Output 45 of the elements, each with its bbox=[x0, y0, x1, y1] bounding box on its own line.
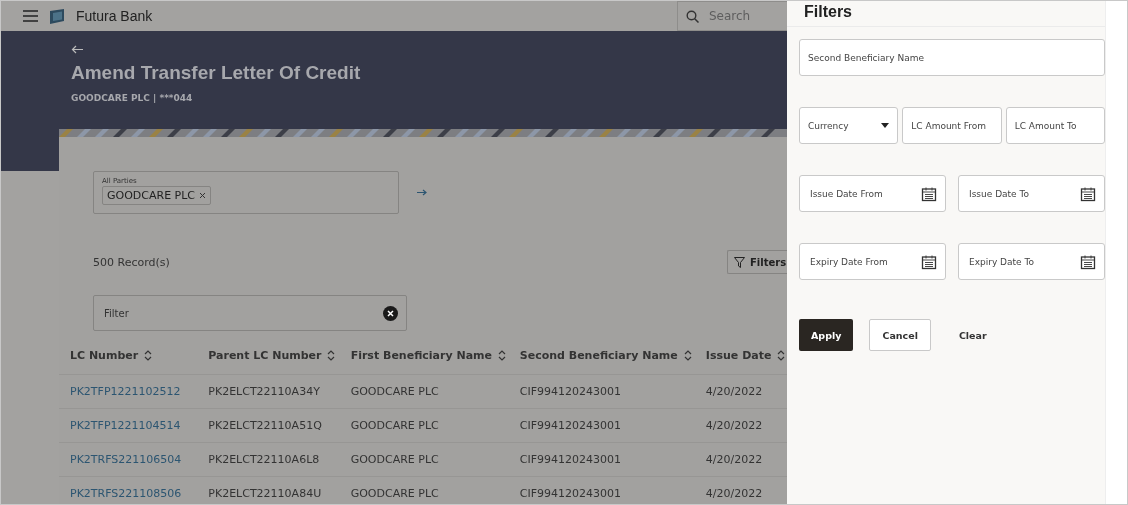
party-chip[interactable]: GOODCARE PLC bbox=[102, 186, 212, 205]
table-cell: PK2ELCT22110A51Q bbox=[197, 408, 340, 442]
table-cell: PK2ELCT22110A34Y bbox=[197, 374, 340, 408]
search-input[interactable]: Search bbox=[707, 8, 777, 24]
table-cell: CIF994120243001 bbox=[508, 442, 695, 476]
table-cell: PK2ELCT22110A6L8 bbox=[197, 442, 340, 476]
lc-number-link[interactable]: PK2TRFS221106504 bbox=[59, 442, 198, 476]
column-header[interactable]: Parent LC Number bbox=[197, 337, 340, 374]
search-field[interactable]: Search bbox=[677, 1, 787, 31]
clear-link[interactable]: Clear bbox=[946, 319, 999, 351]
table-cell: PK2ELCT22110A84U bbox=[197, 476, 340, 504]
input-field[interactable]: LC Amount From bbox=[902, 107, 1002, 144]
date-field[interactable]: Expiry Date To bbox=[958, 243, 1105, 280]
date-input[interactable]: Expiry Date From bbox=[808, 255, 921, 268]
table-cell: GOODCARE PLC bbox=[339, 408, 509, 442]
lc-number-link[interactable]: PK2TRFS221108506 bbox=[59, 476, 198, 504]
column-header[interactable]: First Beneficiary Name bbox=[339, 337, 509, 374]
account-subtitle: GOODCARE PLC | ***044 bbox=[71, 93, 194, 103]
table-cell: CIF994120243001 bbox=[508, 408, 695, 442]
table-cell: GOODCARE PLC bbox=[339, 374, 509, 408]
input-field[interactable]: Second Beneficiary Name bbox=[799, 39, 1105, 76]
table-cell: GOODCARE PLC bbox=[339, 442, 509, 476]
table-cell: GOODCARE PLC bbox=[339, 476, 509, 504]
record-count: 500 Record(s) bbox=[93, 255, 170, 269]
brand-name: Futura Bank bbox=[76, 8, 153, 24]
date-field[interactable]: Expiry Date From bbox=[799, 243, 946, 280]
lc-number-link[interactable]: PK2TFP1221104514 bbox=[59, 408, 198, 442]
filter-input[interactable]: Filter bbox=[102, 306, 231, 320]
cancel-button[interactable]: Cancel bbox=[869, 319, 931, 351]
lc-number-link[interactable]: PK2TFP1221102512 bbox=[59, 374, 198, 408]
table-cell: CIF994120243001 bbox=[508, 476, 695, 504]
date-input[interactable]: Issue Date From bbox=[808, 187, 921, 200]
input-field[interactable]: LC Amount To bbox=[1005, 107, 1105, 144]
currency-dropdown[interactable]: Currency bbox=[799, 107, 899, 144]
panel-title: Filters bbox=[787, 1, 1105, 27]
table-cell: CIF994120243001 bbox=[508, 374, 695, 408]
date-input[interactable]: Issue Date To bbox=[967, 187, 1080, 200]
column-header[interactable]: Second Beneficiary Name bbox=[508, 337, 695, 374]
apply-button[interactable]: Apply bbox=[799, 319, 854, 351]
column-header[interactable]: LC Number bbox=[59, 337, 198, 374]
date-input[interactable]: Expiry Date To bbox=[967, 255, 1080, 268]
date-field[interactable]: Issue Date To bbox=[958, 175, 1105, 212]
date-field[interactable]: Issue Date From bbox=[799, 175, 946, 212]
filter-field[interactable]: Filter bbox=[93, 295, 407, 331]
page-title: Amend Transfer Letter Of Credit bbox=[71, 62, 362, 84]
